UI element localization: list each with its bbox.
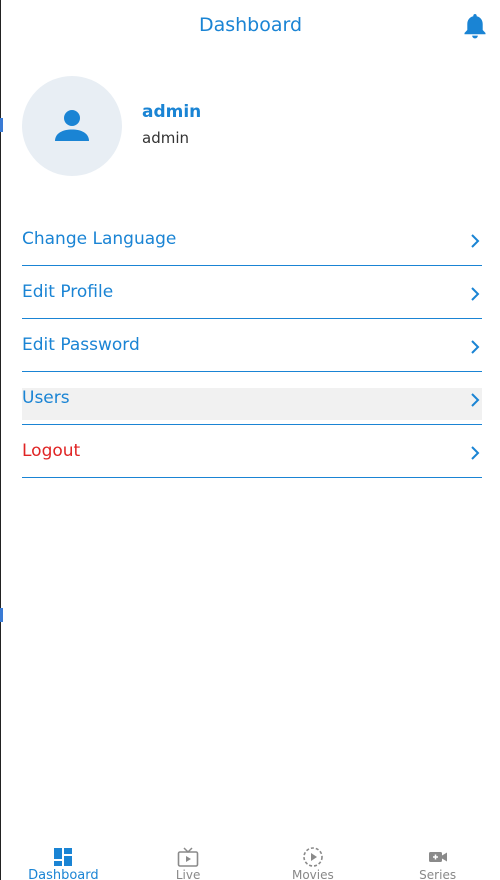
menu-item-users[interactable]: Users: [22, 372, 482, 425]
chevron-right-icon: [471, 340, 480, 354]
tv-icon: [177, 847, 199, 867]
menu-item-label: Edit Profile: [22, 282, 114, 302]
menu-item-edit-profile[interactable]: Edit Profile: [22, 266, 482, 319]
person-icon: [55, 110, 89, 141]
video-camera-icon: [428, 852, 447, 862]
chevron-right-icon: [471, 287, 480, 301]
bottom-nav: Dashboard Live Movies Series: [1, 842, 500, 880]
avatar[interactable]: [22, 76, 122, 176]
chevron-right-icon: [471, 446, 480, 460]
menu-item-label: Change Language: [22, 229, 177, 249]
profile-role: admin: [142, 129, 189, 147]
chevron-right-icon: [471, 393, 480, 407]
nav-item-series[interactable]: Series: [375, 842, 500, 880]
dashboard-screen: Dashboard admin admin Change Language Ed…: [0, 0, 500, 880]
nav-item-movies[interactable]: Movies: [251, 842, 376, 880]
page-title: Dashboard: [198, 14, 303, 36]
chevron-right-icon: [471, 234, 480, 248]
profile-name: admin: [142, 102, 202, 122]
menu-item-change-language[interactable]: Change Language: [22, 213, 482, 266]
menu-item-label: Logout: [22, 441, 81, 461]
nav-label: Dashboard: [28, 868, 99, 880]
edge-marker: [0, 608, 3, 622]
app-header: Dashboard: [1, 0, 500, 52]
menu-item-label: Users: [22, 388, 70, 408]
nav-label: Live: [175, 868, 201, 880]
menu-item-edit-password[interactable]: Edit Password: [22, 319, 482, 372]
nav-item-live[interactable]: Live: [126, 842, 251, 880]
nav-label: Movies: [291, 868, 334, 880]
nav-item-dashboard[interactable]: Dashboard: [1, 842, 126, 880]
menu-item-logout[interactable]: Logout: [22, 425, 482, 478]
nav-label: Series: [419, 868, 457, 880]
bell-icon[interactable]: [462, 12, 488, 40]
play-circle-icon: [303, 847, 323, 867]
edge-marker: [0, 118, 3, 132]
menu-item-label: Edit Password: [22, 335, 140, 355]
dashboard-icon: [54, 848, 73, 866]
settings-menu: Change Language Edit Profile Edit Passwo…: [22, 213, 482, 478]
